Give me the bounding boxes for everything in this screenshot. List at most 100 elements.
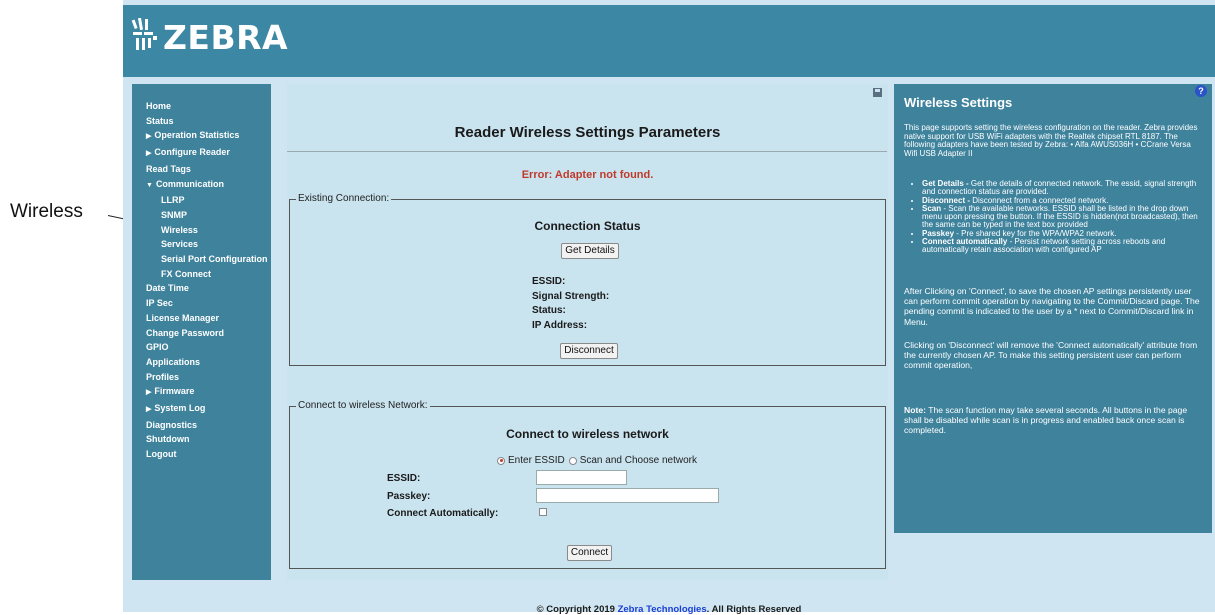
help-panel: ? Wireless Settings This page supports s… [894,84,1212,533]
help-icon[interactable]: ? [1195,85,1207,97]
passkey-input-label: Passkey: [387,491,431,502]
sidebar-item-status[interactable]: Status [132,114,271,129]
sidebar-item-label: SNMP [161,209,188,220]
existing-connection-legend: Existing Connection: [296,193,392,204]
help-commit-paragraph: After Clicking on 'Connect', to save the… [904,286,1200,327]
help-bullet-list: Get Details - Get the details of connect… [922,180,1204,255]
ip-address-label: IP Address: [532,320,588,331]
help-text: - Scan the available networks. ESSID sha… [922,204,1198,229]
list-item: Scan - Scan the available networks. ESSI… [922,205,1204,229]
sidebar-item-label: Communication [155,178,224,189]
sidebar-item-label: Change Password [146,327,225,338]
scan-choose-radio[interactable] [568,456,577,465]
caret-right-icon: ▶ [146,406,152,414]
connect-button[interactable]: Connect [567,545,612,561]
sidebar-item-fx-connect[interactable]: FX Connect [132,267,271,282]
brand-name: ZEBRA [163,18,289,57]
sidebar-item-label: Operation Statistics [154,130,240,141]
sidebar-item-label: IP Sec [146,298,173,309]
essid-input[interactable] [536,470,627,485]
app-frame: ZEBRA Home Status ▶ Operation Statistics … [123,0,1215,615]
main-content: Reader Wireless Settings Parameters Erro… [287,84,888,580]
caret-right-icon: ▶ [146,389,152,397]
list-item: Connect automatically - Persist network … [922,238,1204,254]
sidebar-item-operation-statistics[interactable]: ▶ Operation Statistics [132,128,271,145]
get-details-button[interactable]: Get Details [561,243,619,259]
sidebar-item-diagnostics[interactable]: Diagnostics [132,418,271,433]
enter-essid-radio-label: Enter ESSID [508,455,565,466]
sidebar-item-applications[interactable]: Applications [132,355,271,370]
sidebar-item-label: Home [146,101,172,111]
sidebar-item-logout[interactable]: Logout [132,447,271,462]
page-title: Reader Wireless Settings Parameters [454,124,721,141]
sidebar-item-label: Profiles [146,371,180,382]
sidebar-item-label: Shutdown [146,434,190,445]
sidebar-item-configure-reader[interactable]: ▶ Configure Reader [132,145,271,162]
scan-choose-radio-label: Scan and Choose network [579,455,697,466]
help-note-paragraph: Note: The scan function may take several… [904,405,1206,436]
caret-right-icon: ▶ [146,150,152,158]
sidebar-item-label: Read Tags [146,163,191,174]
essid-input-label: ESSID: [387,473,421,484]
sidebar-item-label: Serial Port Configuration [161,254,268,265]
help-intro: This page supports setting the wireless … [904,123,1198,158]
sidebar-item-home[interactable]: Home [132,99,271,114]
sidebar-item-snmp[interactable]: SNMP [132,208,271,223]
disconnect-button[interactable]: Disconnect [560,343,618,359]
sidebar-item-label: Firmware [154,386,195,397]
caret-down-icon: ▼ [146,181,153,189]
footer-copyright: © Copyright 2019 Zebra Technologies. All… [123,604,1215,615]
note-text: The scan function may take several secon… [904,405,1188,436]
brand-logo[interactable]: ZEBRA [131,17,289,57]
zebra-technologies-link[interactable]: Zebra Technologies [618,604,707,615]
sidebar-item-profiles[interactable]: Profiles [132,370,271,385]
connect-wireless-legend: Connect to wireless Network: [296,400,430,411]
error-message: Error: Adapter not found. [521,169,654,181]
sidebar-item-gpio[interactable]: GPIO [132,340,271,355]
copyright-prefix: © Copyright 2019 [536,604,618,615]
essid-mode-radio-group: Enter ESSID Scan and Choose network [497,455,697,466]
sidebar-item-llrp[interactable]: LLRP [132,193,271,208]
signal-strength-label: Signal Strength: [532,291,610,302]
sidebar-item-label: License Manager [146,312,220,323]
sidebar-item-label: GPIO [146,342,169,353]
essid-status-label: ESSID: [532,276,566,287]
note-label: Note: [904,405,926,415]
sidebar-item-shutdown[interactable]: Shutdown [132,432,271,447]
save-icon[interactable] [873,88,882,97]
sidebar-item-serial-port-configuration[interactable]: Serial Port Configuration [132,252,271,267]
passkey-input[interactable] [536,488,719,503]
enter-essid-radio[interactable] [497,456,505,465]
connect-wireless-group: Connect to wireless Network: Connect to … [289,400,886,569]
sidebar-item-label: Date Time [146,283,189,294]
existing-connection-group: Existing Connection: Connection Status G… [289,193,886,366]
help-title: Wireless Settings [904,95,1013,110]
zebra-head-icon [131,17,159,57]
connect-wireless-title: Connect to wireless network [506,427,669,441]
status-label: Status: [532,305,566,316]
sidebar-item-services[interactable]: Services [132,237,271,252]
sidebar-item-ip-sec[interactable]: IP Sec [132,296,271,311]
sidebar-item-wireless[interactable]: Wireless [132,223,271,238]
list-item: Get Details - Get the details of connect… [922,180,1204,196]
sidebar-item-label: Status [146,115,174,126]
sidebar-item-label: Diagnostics [146,419,198,430]
sidebar-item-system-log[interactable]: ▶ System Log [132,401,271,418]
sidebar-item-license-manager[interactable]: License Manager [132,311,271,326]
copyright-suffix: . All Rights Reserved [706,604,802,615]
sidebar-nav: Home Status ▶ Operation Statistics ▶ Confi… [132,84,271,580]
connect-automatically-checkbox[interactable] [539,508,547,516]
sidebar-item-read-tags[interactable]: Read Tags [132,162,271,177]
sidebar-item-firmware[interactable]: ▶ Firmware [132,384,271,401]
help-disconnect-paragraph: Clicking on 'Disconnect' will remove the… [904,340,1198,371]
sidebar-item-change-password[interactable]: Change Password [132,326,271,341]
sidebar-item-label: Configure Reader [154,147,230,158]
sidebar-item-label: Services [161,239,199,250]
sidebar-item-date-time[interactable]: Date Time [132,281,271,296]
sidebar-item-communication[interactable]: ▼ Communication [132,177,271,194]
sidebar-item-label: System Log [154,403,206,414]
wireless-callout-label: Wireless [10,201,83,222]
sidebar-item-label: Wireless [161,224,198,235]
sidebar-item-label: Logout [146,449,177,460]
connect-automatically-label: Connect Automatically: [387,508,499,519]
